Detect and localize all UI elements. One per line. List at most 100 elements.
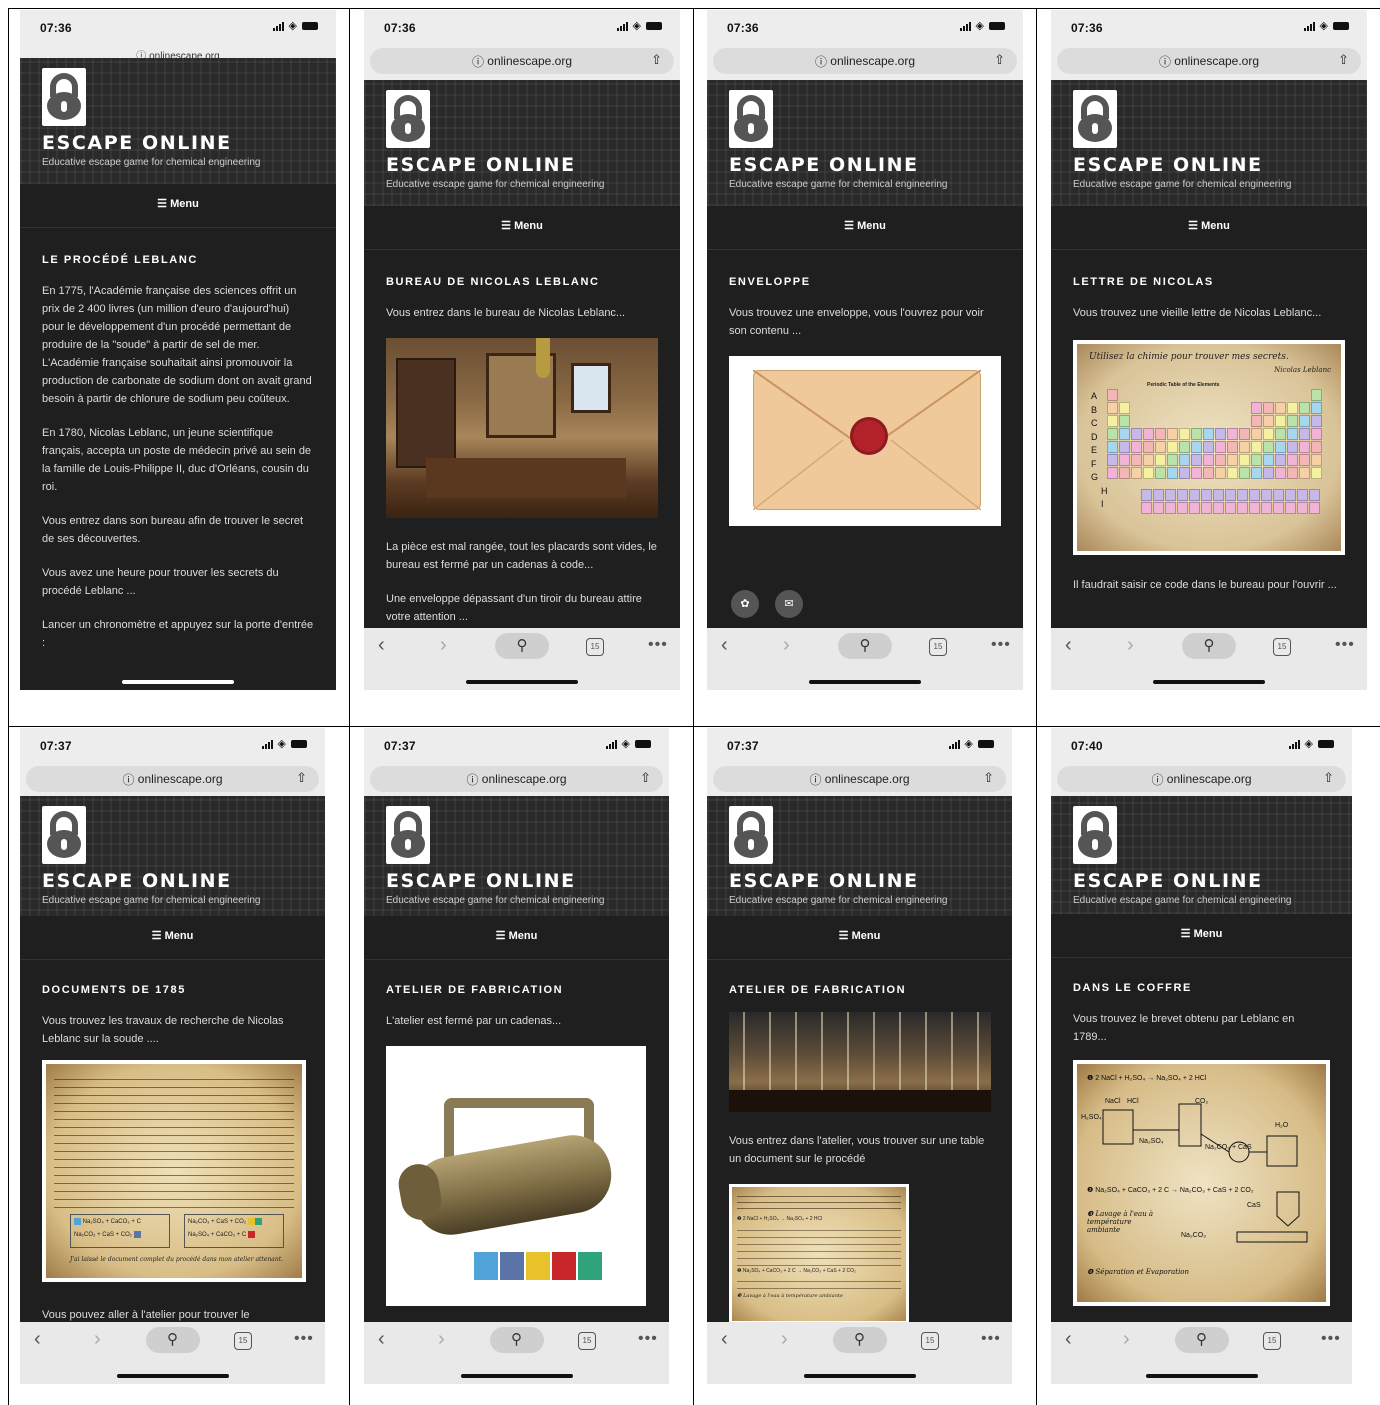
share-icon[interactable]: ⇧ [296,770,307,786]
search-button[interactable]: ⚲ [832,1327,887,1353]
tabs-button[interactable]: 15 [586,638,604,656]
url-bar[interactable]: ⓘ onlinescape.org ⇧ [364,44,680,84]
menu-button[interactable]: ☰ Menu [707,206,1023,250]
search-button[interactable]: ⚲ [145,1327,200,1353]
forward-icon[interactable]: › [1127,634,1134,657]
back-icon[interactable]: ‹ [1065,1328,1072,1351]
padlock-logo-icon[interactable] [386,806,430,864]
back-icon[interactable]: ‹ [34,1328,41,1351]
search-button[interactable]: ⚲ [838,633,892,659]
site-title[interactable]: ESCAPE ONLINE [729,154,919,176]
search-icon: ⚲ [167,1331,178,1348]
more-icon[interactable]: ••• [981,1330,1001,1348]
element-cell [1275,402,1286,414]
envelope-image[interactable] [729,356,1001,526]
process-document-image[interactable]: ❶ 2 NaCl + H₂SO₄ → Na₂SO₄ + 2 HCl ❷ Na₂S… [729,1184,909,1324]
padlock-logo-icon[interactable] [1073,806,1117,864]
back-icon[interactable]: ‹ [721,1328,728,1351]
share-icon[interactable]: ⇧ [983,770,994,786]
padlock-logo-icon[interactable] [42,68,86,126]
padlock-image[interactable] [386,1046,646,1306]
share-icon[interactable]: ⇧ [1338,52,1349,68]
mail-icon[interactable]: ✉ [775,590,803,618]
tabs-button[interactable]: 15 [234,1332,252,1350]
menu-button[interactable]: ☰ Menu [364,916,669,960]
home-indicator[interactable] [466,680,578,684]
search-button[interactable]: ⚲ [495,633,549,659]
forward-icon[interactable]: › [783,634,790,657]
forward-icon[interactable]: › [1123,1328,1130,1351]
tabs-button[interactable]: 15 [1273,638,1291,656]
back-icon[interactable]: ‹ [721,634,728,657]
padlock-logo-icon[interactable] [42,806,86,864]
battery-icon [635,740,651,748]
element-cell [1131,467,1142,479]
element-cell [1155,441,1166,453]
page-content: ATELIER DE FABRICATION [729,984,990,1012]
element-cell [1131,428,1142,440]
home-indicator[interactable] [460,1374,573,1378]
site-title[interactable]: ESCAPE ONLINE [1073,870,1263,892]
padlock-logo-icon[interactable] [1073,90,1117,148]
more-icon[interactable]: ••• [1321,1330,1341,1348]
back-icon[interactable]: ‹ [378,634,385,657]
more-icon[interactable]: ••• [638,1330,658,1348]
document-1785-image[interactable]: Na₂SO₄ + CaCO₃ + C Na₂CO₃ + CaS + CO₂ Na… [42,1060,306,1282]
more-icon[interactable]: ••• [991,636,1011,654]
forward-icon[interactable]: › [781,1328,788,1351]
search-button[interactable]: ⚲ [1182,633,1236,659]
site-title[interactable]: ESCAPE ONLINE [386,154,576,176]
menu-button[interactable]: ☰ Menu [1051,206,1367,250]
share-icon[interactable]: ⇧ [640,770,651,786]
share-icon[interactable]: ⇧ [994,52,1005,68]
status-bar: 07:36 ◈ [20,10,336,48]
twitter-icon[interactable]: ✿ [731,590,759,618]
tabs-button[interactable]: 15 [921,1332,939,1350]
padlock-logo-icon[interactable] [729,90,773,148]
search-button[interactable]: ⚲ [1174,1327,1229,1353]
home-indicator[interactable] [803,1374,916,1378]
home-indicator[interactable] [122,680,234,684]
more-icon[interactable]: ••• [648,636,668,654]
status-time: 07:37 [727,739,759,753]
home-indicator[interactable] [1153,680,1265,684]
share-icon[interactable]: ⇧ [651,52,662,68]
menu-button[interactable]: ☰ Menu [364,206,680,250]
tabs-button[interactable]: 15 [929,638,947,656]
row-letters: ABCDEFGHI [1091,390,1108,512]
patent-document-image[interactable]: ❶ 2 NaCl + H₂SO₄ → Na₂SO₄ + 2 HCl NaCl H… [1073,1060,1330,1306]
home-indicator[interactable] [809,680,921,684]
more-icon[interactable]: ••• [294,1330,314,1348]
element-cell [1119,454,1130,466]
forward-icon[interactable]: › [440,634,447,657]
site-title[interactable]: ESCAPE ONLINE [729,870,919,892]
element-cell [1107,441,1118,453]
menu-button[interactable]: ☰ Menu [1051,914,1352,958]
site-title[interactable]: ESCAPE ONLINE [386,870,576,892]
search-button[interactable]: ⚲ [489,1327,544,1353]
site-title[interactable]: ESCAPE ONLINE [42,132,232,154]
menu-button[interactable]: ☰ Menu [707,916,1012,960]
back-icon[interactable]: ‹ [378,1328,385,1351]
forward-icon[interactable]: › [94,1328,101,1351]
url-text: onlinescape.org [824,772,910,786]
back-icon[interactable]: ‹ [1065,634,1072,657]
home-indicator[interactable] [116,1374,229,1378]
home-indicator[interactable] [1145,1374,1258,1378]
forward-icon[interactable]: › [438,1328,445,1351]
menu-label: Menu [851,930,881,942]
page-content: LETTRE DE NICOLAS Vous trouvez une vieil… [1073,276,1345,338]
tabs-button[interactable]: 15 [1263,1332,1281,1350]
menu-button[interactable]: ☰ Menu [20,184,336,228]
site-title[interactable]: ESCAPE ONLINE [42,870,232,892]
site-title[interactable]: ESCAPE ONLINE [1073,154,1263,176]
letter-image[interactable]: Utilisez la chimie pour trouver mes secr… [1073,340,1345,555]
share-icon[interactable]: ⇧ [1323,770,1334,786]
padlock-logo-icon[interactable] [729,806,773,864]
url-bar[interactable]: ⓘ onlinescape.org ⇧ [1051,44,1367,84]
url-bar[interactable]: ⓘ onlinescape.org ⇧ [707,44,1023,84]
more-icon[interactable]: ••• [1335,636,1355,654]
tabs-button[interactable]: 15 [578,1332,596,1350]
padlock-logo-icon[interactable] [386,90,430,148]
menu-button[interactable]: ☰ Menu [20,916,325,960]
